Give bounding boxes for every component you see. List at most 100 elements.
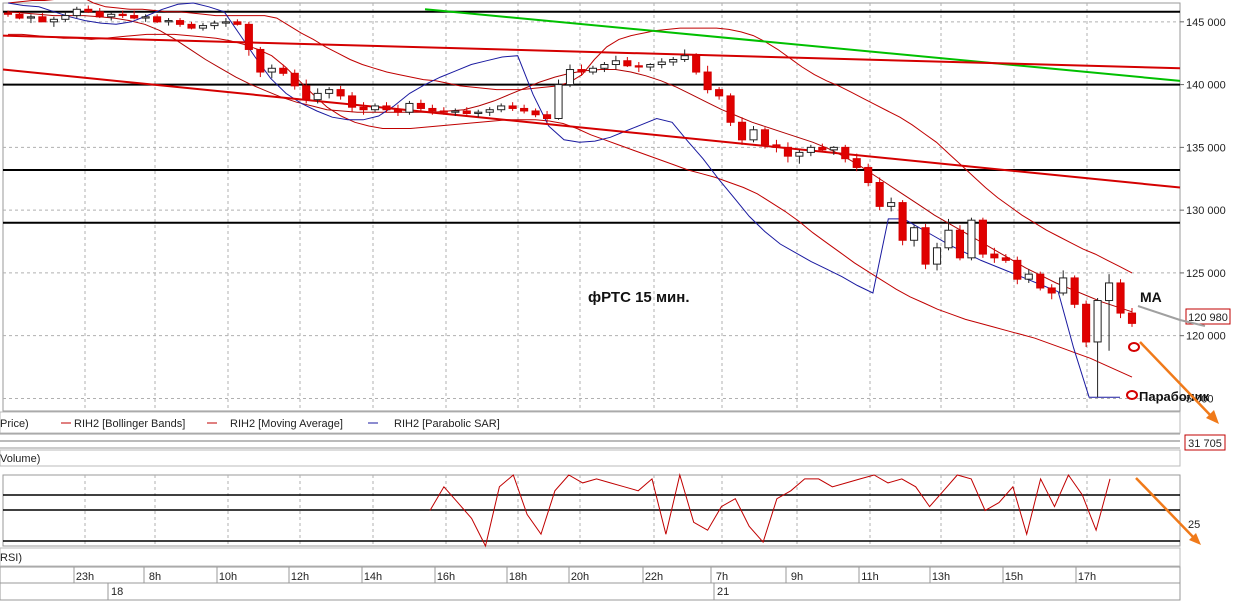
volume-value-label: 31 705 [1188,438,1222,450]
candle-bull [554,84,563,119]
candle-bull [325,89,334,94]
chart-canvas: 145 000 140 000 135 000 130 000 125 000 120 0… [0,0,1231,601]
rsi-panel: 25 RSI) [0,473,1201,567]
candle-bear [84,8,93,13]
candle-bear [921,227,930,265]
hour-tick-label: 8h [149,571,161,583]
hour-tick-label: 14h [364,571,382,583]
candle-bull [806,146,815,153]
candle-bear [1070,277,1079,305]
chart-title-annotation: фРТС 15 мин. [588,289,690,306]
candle-bull [611,60,620,66]
candle-bear [955,229,965,259]
candle-bull [313,92,322,101]
candle-bull [565,69,575,86]
candle-bull [164,20,173,23]
candle-bear [279,67,288,74]
candle-bear [382,105,391,111]
last-price-label: 120 980 [1188,312,1228,324]
hour-tick-label: 15h [1005,571,1023,583]
candle-bear [818,146,827,151]
volume-panel: 31 705 Volume) [0,433,1226,467]
candle-bull [588,67,597,73]
candle-bull [749,129,758,141]
candle-bull [474,111,483,114]
candle-bull [795,151,804,157]
hour-tick-label: 18h [509,571,527,583]
candle-bear [990,253,999,259]
candle-bear [875,182,884,207]
hour-tick-label: 12h [291,571,309,583]
candle-bear [244,23,253,50]
candle-bear [623,60,632,67]
candle-bull [198,25,208,29]
candle-bear [577,69,586,73]
hour-tick-label: 16h [437,571,455,583]
candle-bull [61,15,70,20]
candle-bear [1036,273,1045,289]
candle-bear [520,107,529,112]
candle-bear [1001,257,1010,261]
candle-bear [290,72,299,87]
time-axis: 23h 8h 10h 12h 14h 16h 18h 20h 22h 7h 9h 11h 13h 15h 1… [0,566,1181,601]
hour-tick-label: 23h [76,571,94,583]
candle-bear [118,13,127,17]
candle-bear [760,129,770,146]
candle-bull [49,18,58,23]
candle-bear [416,102,425,109]
candle-bear [692,55,701,73]
candle-bear [634,65,643,68]
candle-bear [1127,312,1137,324]
candle-bear [95,11,104,18]
candle-bear [359,106,368,111]
candle-bear [715,89,724,97]
candle-bear [864,166,873,184]
candle-bull [600,64,609,69]
candle-bear [852,158,861,168]
date-tick-label: 18 [111,586,123,598]
candle-bear [38,16,47,23]
ma-annotation: МА [1140,289,1162,305]
y-tick-label: 120 000 [1186,331,1226,343]
candle-bull [141,16,150,19]
candle-bear [187,23,196,29]
candle-bull [107,13,116,18]
candle-bear [3,12,13,15]
candle-bear [233,21,242,25]
candle-bull [1024,273,1033,280]
legend-item-ma: RIH2 [Moving Average] [230,418,343,430]
y-tick-label: 135 000 [1186,142,1226,154]
rsi-panel-label: RSI) [0,552,22,564]
candle-bear [737,121,747,141]
candle-bear [256,48,265,73]
hour-tick-label: 17h [1078,571,1096,583]
candle-bear [898,202,907,241]
candle-bear [531,110,540,116]
candle-bear [1013,259,1022,280]
candle-bear [348,95,357,108]
hour-tick-label: 9h [791,571,803,583]
candle-bull [267,67,276,73]
candle-bear [336,89,345,97]
hour-tick-label: 7h [716,571,728,583]
candle-bear [726,95,735,123]
candle-bear [841,146,850,160]
candle-bear [153,16,162,23]
candle-bear [130,15,139,19]
y-tick-label: 145 000 [1186,17,1226,29]
legend-strip: Price) RIH2 [Bollinger Bands] RIH2 [Movi… [0,411,1181,434]
hour-tick-label: 13h [932,571,950,583]
rsi-tick-label: 25 [1188,519,1200,531]
candle-bear [543,114,552,119]
candle-bull [485,109,494,113]
candle-bear [1082,303,1091,343]
candle-bear [1047,287,1056,294]
candle-bear [978,219,987,255]
candle-bear [1116,282,1125,314]
candle-bear [508,105,517,109]
hour-tick-label: 20h [571,571,589,583]
candle-bear [175,20,185,25]
y-tick-label: 125 000 [1186,268,1226,280]
candle-bull [646,64,655,68]
y-tick-label: 140 000 [1186,80,1226,92]
